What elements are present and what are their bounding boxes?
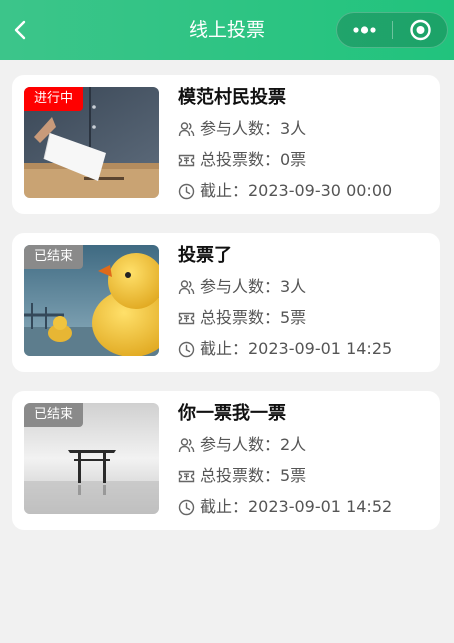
more-button[interactable] bbox=[337, 13, 392, 47]
vote-title: 你一票我一票 bbox=[178, 403, 286, 424]
ticket-icon bbox=[178, 154, 195, 167]
status-badge: 已结束 bbox=[24, 403, 84, 427]
vote-title: 投票了 bbox=[178, 245, 232, 266]
status-badge: 进行中 bbox=[24, 87, 84, 111]
vote-thumbnail: 进行中 bbox=[24, 87, 159, 198]
status-badge: 已结束 bbox=[24, 245, 84, 269]
deadline-text: 截止：2023-09-30 00:00 bbox=[200, 181, 393, 200]
users-icon bbox=[178, 438, 195, 453]
clock-icon bbox=[178, 341, 195, 358]
vote-card[interactable]: 已结束 投票了 参与人数：3人 总投票数：5票 截止：2023-09-01 14… bbox=[12, 233, 440, 372]
vote-title: 模范村民投票 bbox=[178, 87, 286, 108]
deadline-text: 截止：2023-09-01 14:25 bbox=[200, 339, 393, 358]
participants-text: 参与人数：2人 bbox=[200, 435, 307, 454]
clock-icon bbox=[178, 499, 195, 516]
clock-icon bbox=[178, 183, 195, 200]
total-votes-text: 总投票数：0票 bbox=[200, 150, 307, 169]
vote-thumbnail: 已结束 bbox=[24, 403, 159, 514]
deadline-text: 截止：2023-09-01 14:52 bbox=[200, 497, 393, 516]
vote-thumbnail: 已结束 bbox=[24, 245, 159, 356]
total-votes-text: 总投票数：5票 bbox=[200, 466, 307, 485]
target-close-icon bbox=[410, 19, 431, 41]
mini-program-capsule bbox=[336, 12, 448, 48]
participants-text: 参与人数：3人 bbox=[200, 277, 307, 296]
nav-bar: 线上投票 bbox=[0, 0, 454, 60]
vote-card[interactable]: 已结束 你一票我一票 参与人数：2人 总投票数：5票 截止：2023-09-01… bbox=[12, 391, 440, 530]
users-icon bbox=[178, 280, 195, 295]
ticket-icon bbox=[178, 312, 195, 325]
total-votes-text: 总投票数：5票 bbox=[200, 308, 307, 327]
close-button[interactable] bbox=[393, 13, 448, 47]
users-icon bbox=[178, 122, 195, 137]
ticket-icon bbox=[178, 470, 195, 483]
vote-card[interactable]: 进行中 模范村民投票 参与人数：3人 总投票数：0票 截止：2023-09-30… bbox=[12, 75, 440, 214]
more-dots-icon bbox=[353, 26, 376, 34]
participants-text: 参与人数：3人 bbox=[200, 119, 307, 138]
